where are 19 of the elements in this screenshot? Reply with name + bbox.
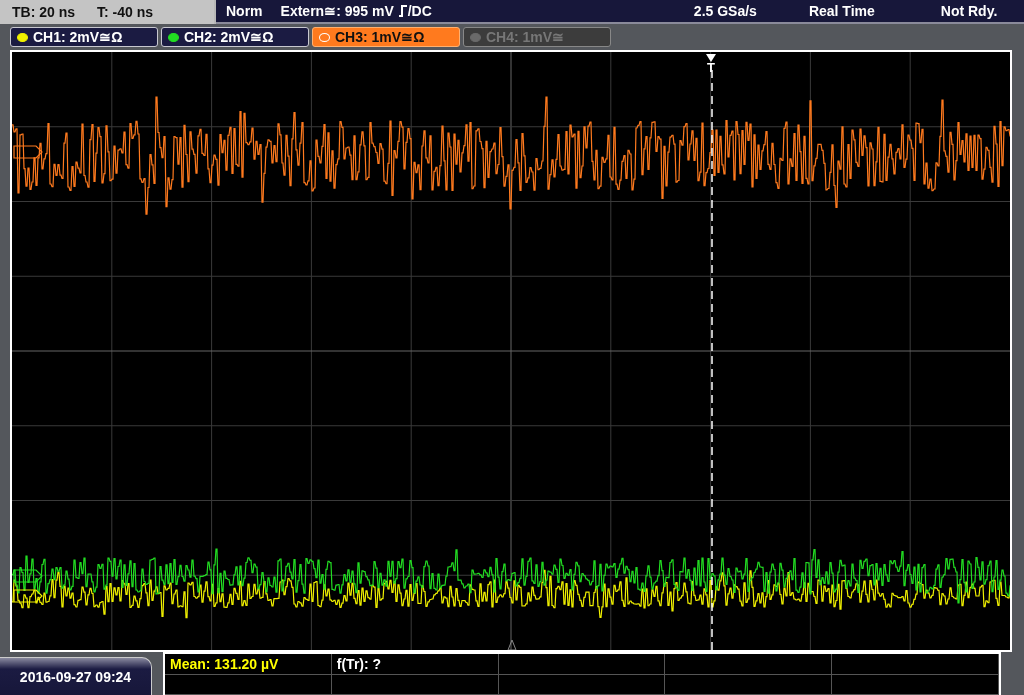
channel-marker-icon	[13, 145, 43, 159]
measurement-value: Mean: 131.20 µV	[170, 655, 279, 672]
channel-tab[interactable]: CH2: 2mV≅Ω	[161, 27, 309, 47]
sample-rate-label: 2.5 GSa/s	[693, 3, 757, 19]
status-label: Not Rdy.	[940, 3, 998, 19]
channel-marker-icon	[13, 569, 43, 583]
trigger-coupling-label: /DC	[407, 3, 432, 19]
acquisition-mode-label: Real Time	[808, 3, 875, 19]
channel-marker-icon	[13, 589, 43, 603]
trigger-mode-label: Norm	[226, 3, 263, 19]
measurement-value: f(Tr): ?	[336, 655, 382, 672]
channel-tab[interactable]: CH3: 1mV≅Ω	[312, 27, 460, 47]
trigger-offset-label: T: -40 ns	[97, 4, 154, 20]
trigger-source-label: Extern≅: 995 mV	[280, 3, 394, 19]
date-time-label: 2016-09-27 09:24	[0, 657, 152, 695]
timebase-label: TB: 20 ns	[12, 4, 75, 20]
channel-tab[interactable]: CH1: 2mV≅Ω	[10, 27, 158, 47]
center-triangle-icon	[507, 639, 517, 650]
rising-edge-icon	[397, 5, 408, 17]
